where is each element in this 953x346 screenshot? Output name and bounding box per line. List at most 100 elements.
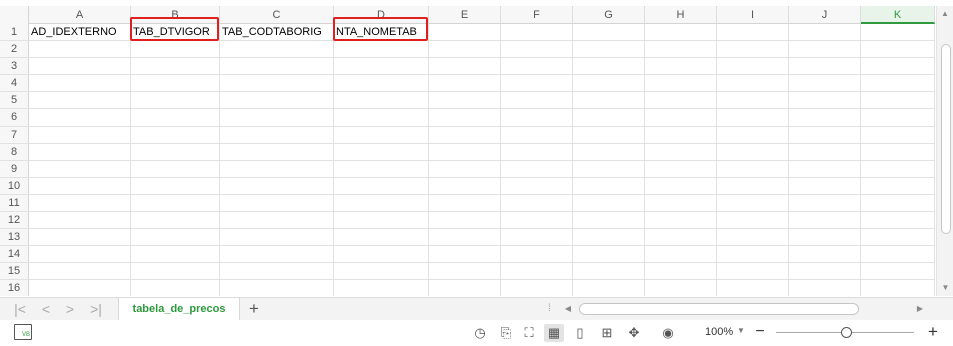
cell-a2[interactable] bbox=[29, 41, 131, 58]
row-header[interactable]: 5 bbox=[0, 92, 29, 109]
cell-i15[interactable] bbox=[717, 263, 789, 280]
cell-e16[interactable] bbox=[429, 280, 501, 296]
cell-j6[interactable] bbox=[789, 109, 861, 126]
cell-j4[interactable] bbox=[789, 75, 861, 92]
column-header-a[interactable]: A bbox=[29, 6, 131, 24]
cell-f7[interactable] bbox=[501, 126, 573, 143]
cell-d8[interactable] bbox=[334, 143, 429, 160]
column-header-g[interactable]: G bbox=[573, 6, 645, 24]
cell-k3[interactable] bbox=[861, 58, 935, 75]
cell-h3[interactable] bbox=[645, 58, 717, 75]
cell-g13[interactable] bbox=[573, 229, 645, 246]
cell-a4[interactable] bbox=[29, 75, 131, 92]
cell-k1[interactable] bbox=[861, 24, 935, 41]
eye-protection-icon[interactable]: ◉ bbox=[658, 324, 678, 342]
cell-k11[interactable] bbox=[861, 194, 935, 212]
cell-d6[interactable] bbox=[334, 109, 429, 126]
cell-b5[interactable] bbox=[131, 92, 220, 109]
cell-h2[interactable] bbox=[645, 41, 717, 58]
cell-f10[interactable] bbox=[501, 177, 573, 194]
cell-f2[interactable] bbox=[501, 41, 573, 58]
cell-h8[interactable] bbox=[645, 143, 717, 160]
cell-f4[interactable] bbox=[501, 75, 573, 92]
cell-c5[interactable] bbox=[220, 92, 334, 109]
cell-g9[interactable] bbox=[573, 160, 645, 177]
cell-b4[interactable] bbox=[131, 75, 220, 92]
cell-f16[interactable] bbox=[501, 280, 573, 296]
cell-k6[interactable] bbox=[861, 109, 935, 126]
cell-c12[interactable] bbox=[220, 212, 334, 229]
row-header[interactable]: 9 bbox=[0, 160, 29, 177]
cell-i2[interactable] bbox=[717, 41, 789, 58]
cell-g7[interactable] bbox=[573, 126, 645, 143]
cell-i12[interactable] bbox=[717, 212, 789, 229]
row-header[interactable]: 8 bbox=[0, 143, 29, 160]
cell-g8[interactable] bbox=[573, 143, 645, 160]
cell-c15[interactable] bbox=[220, 263, 334, 280]
cell-g4[interactable] bbox=[573, 75, 645, 92]
cell-f12[interactable] bbox=[501, 212, 573, 229]
cell-j5[interactable] bbox=[789, 92, 861, 109]
cell-e12[interactable] bbox=[429, 212, 501, 229]
row-header[interactable]: 13 bbox=[0, 229, 29, 246]
horizontal-scrollbar[interactable]: ◀ ▶ bbox=[561, 300, 933, 318]
freeze-icon[interactable]: ⎘ bbox=[496, 324, 516, 342]
next-sheet-icon[interactable]: > bbox=[60, 300, 80, 318]
cell-i7[interactable] bbox=[717, 126, 789, 143]
cell-h7[interactable] bbox=[645, 126, 717, 143]
cell-f8[interactable] bbox=[501, 143, 573, 160]
cell-b13[interactable] bbox=[131, 229, 220, 246]
cell-d2[interactable] bbox=[334, 41, 429, 58]
column-header-e[interactable]: E bbox=[429, 6, 501, 24]
cell-b14[interactable] bbox=[131, 246, 220, 263]
cell-d7[interactable] bbox=[334, 126, 429, 143]
cell-f15[interactable] bbox=[501, 263, 573, 280]
row-header[interactable]: 11 bbox=[0, 194, 29, 212]
cell-a11[interactable] bbox=[29, 194, 131, 212]
row-header[interactable]: 10 bbox=[0, 177, 29, 194]
cell-h13[interactable] bbox=[645, 229, 717, 246]
zoom-dropdown-icon[interactable]: ▼ bbox=[737, 326, 745, 335]
fullscreen-icon[interactable]: ⛶ bbox=[519, 324, 539, 342]
cell-h6[interactable] bbox=[645, 109, 717, 126]
row-header[interactable]: 4 bbox=[0, 75, 29, 92]
column-header-j[interactable]: J bbox=[789, 6, 861, 24]
cell-e2[interactable] bbox=[429, 41, 501, 58]
cell-h1[interactable] bbox=[645, 24, 717, 41]
cell-e15[interactable] bbox=[429, 263, 501, 280]
cell-h9[interactable] bbox=[645, 160, 717, 177]
cell-a10[interactable] bbox=[29, 177, 131, 194]
read-mode-icon[interactable]: ✥ bbox=[624, 324, 644, 342]
scroll-up-icon[interactable]: ▲ bbox=[937, 6, 953, 22]
row-header[interactable]: 6 bbox=[0, 109, 29, 126]
cell-d1[interactable]: NTA_NOMETAB bbox=[333, 16, 429, 42]
cell-d11[interactable] bbox=[334, 194, 429, 212]
zoom-out-button[interactable]: − bbox=[752, 322, 768, 342]
cell-g2[interactable] bbox=[573, 41, 645, 58]
cell-g14[interactable] bbox=[573, 246, 645, 263]
cell-j1[interactable] bbox=[789, 24, 861, 41]
cell-e9[interactable] bbox=[429, 160, 501, 177]
cell-c6[interactable] bbox=[220, 109, 334, 126]
cell-i3[interactable] bbox=[717, 58, 789, 75]
cell-b6[interactable] bbox=[131, 109, 220, 126]
cell-a5[interactable] bbox=[29, 92, 131, 109]
cell-c13[interactable] bbox=[220, 229, 334, 246]
cell-j16[interactable] bbox=[789, 280, 861, 296]
cell-i1[interactable] bbox=[717, 24, 789, 41]
cell-c14[interactable] bbox=[220, 246, 334, 263]
select-all-corner[interactable] bbox=[0, 6, 29, 24]
cell-c3[interactable] bbox=[220, 58, 334, 75]
vertical-scroll-thumb[interactable] bbox=[941, 44, 951, 234]
cell-g11[interactable] bbox=[573, 194, 645, 212]
cell-j8[interactable] bbox=[789, 143, 861, 160]
zoom-slider-handle[interactable] bbox=[841, 327, 852, 338]
cell-k2[interactable] bbox=[861, 41, 935, 58]
cell-e10[interactable] bbox=[429, 177, 501, 194]
cell-k14[interactable] bbox=[861, 246, 935, 263]
normal-view-icon[interactable]: ▦ bbox=[544, 324, 564, 342]
cell-g16[interactable] bbox=[573, 280, 645, 296]
cell-b8[interactable] bbox=[131, 143, 220, 160]
row-header[interactable]: 15 bbox=[0, 263, 29, 280]
cell-a15[interactable] bbox=[29, 263, 131, 280]
